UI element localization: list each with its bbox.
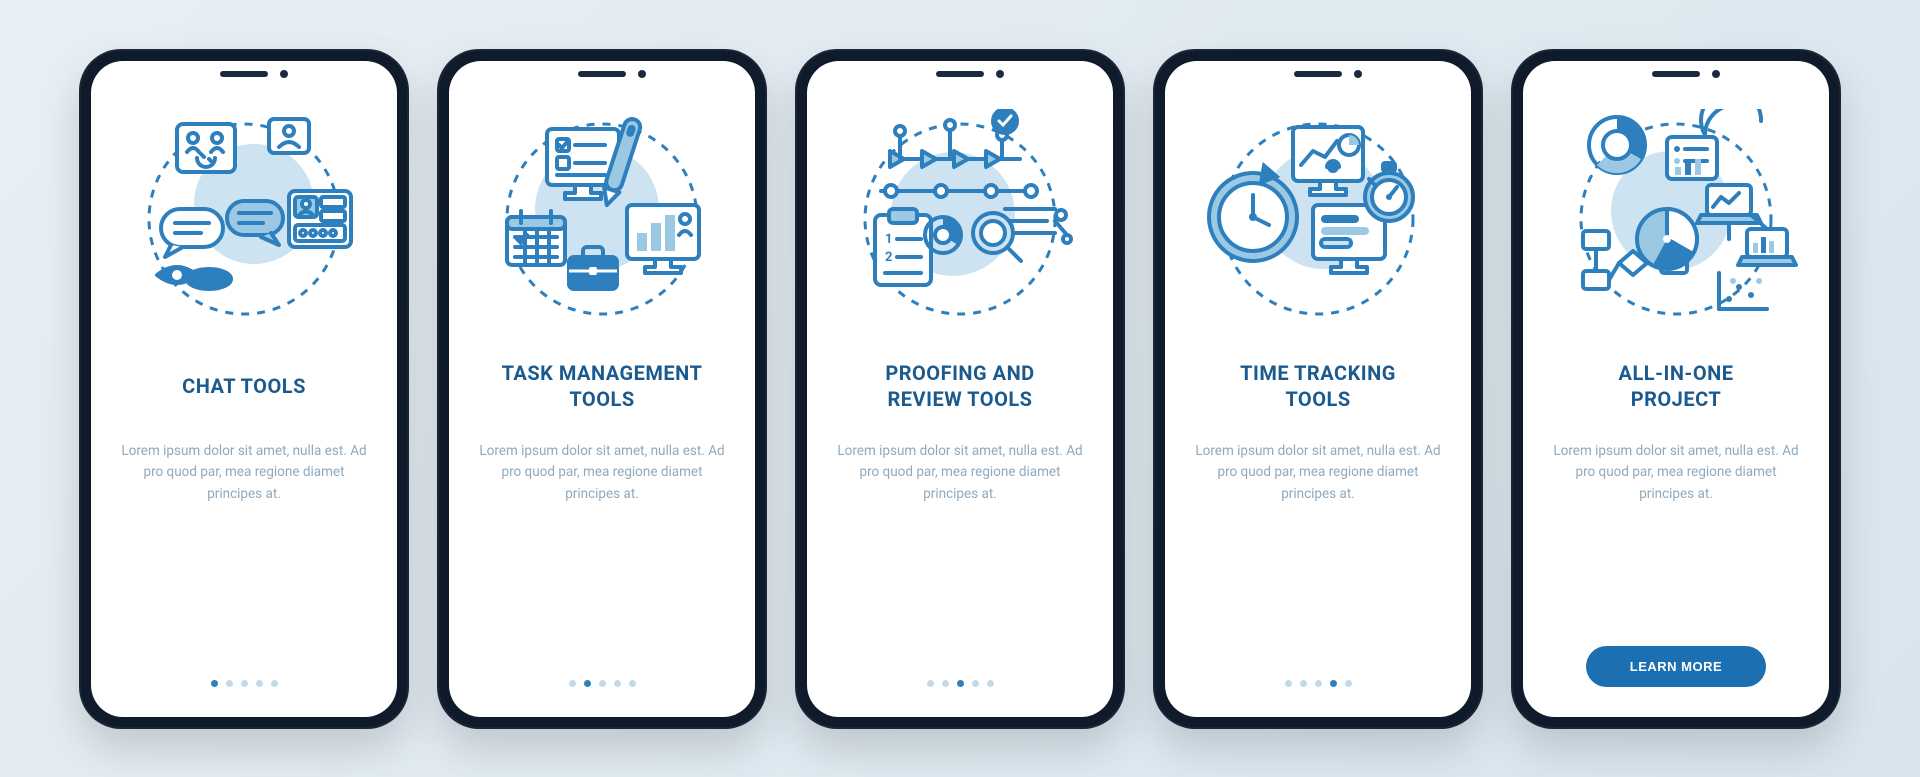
page-dot[interactable] — [629, 680, 636, 687]
card-title: TASK MANAGEMENT TOOLS — [502, 359, 703, 413]
card-title: CHAT TOOLS — [182, 359, 306, 413]
svg-text:2: 2 — [885, 250, 892, 265]
onboarding-screen-all-in-one[interactable]: ALL-IN-ONE PROJECT Lorem ipsum dolor sit… — [1523, 61, 1829, 717]
page-dot[interactable] — [271, 680, 278, 687]
all-in-one-project-icon — [1551, 109, 1801, 339]
phone-frame: ALL-IN-ONE PROJECT Lorem ipsum dolor sit… — [1511, 49, 1841, 729]
page-indicator — [927, 680, 994, 687]
onboarding-screens-row: CHAT TOOLS Lorem ipsum dolor sit amet, n… — [60, 49, 1860, 729]
page-dot[interactable] — [972, 680, 979, 687]
page-dot[interactable] — [1315, 680, 1322, 687]
time-tracking-tools-icon — [1193, 109, 1443, 339]
page-dot[interactable] — [226, 680, 233, 687]
page-indicator — [569, 680, 636, 687]
page-dot[interactable] — [241, 680, 248, 687]
task-management-tools-icon — [477, 109, 727, 339]
page-dot[interactable] — [1285, 680, 1292, 687]
page-dot[interactable] — [1330, 680, 1337, 687]
onboarding-screen-time-tracking[interactable]: TIME TRACKING TOOLS Lorem ipsum dolor si… — [1165, 61, 1471, 717]
card-body: Lorem ipsum dolor sit amet, nulla est. A… — [1193, 441, 1443, 668]
onboarding-screen-task-management[interactable]: TASK MANAGEMENT TOOLS Lorem ipsum dolor … — [449, 61, 755, 717]
page-dot[interactable] — [211, 680, 218, 687]
phone-frame: CHAT TOOLS Lorem ipsum dolor sit amet, n… — [79, 49, 409, 729]
page-indicator — [211, 680, 278, 687]
learn-more-button[interactable]: LEARN MORE — [1586, 646, 1766, 687]
chat-tools-icon — [119, 109, 369, 339]
page-dot[interactable] — [987, 680, 994, 687]
page-dot[interactable] — [569, 680, 576, 687]
page-dot[interactable] — [614, 680, 621, 687]
card-body: Lorem ipsum dolor sit amet, nulla est. A… — [477, 441, 727, 668]
phone-frame: TASK MANAGEMENT TOOLS Lorem ipsum dolor … — [437, 49, 767, 729]
page-dot[interactable] — [1300, 680, 1307, 687]
page-dot[interactable] — [584, 680, 591, 687]
page-dot[interactable] — [256, 680, 263, 687]
phone-frame: 1 2 — [795, 49, 1125, 729]
svg-text:1: 1 — [885, 232, 892, 247]
card-body: Lorem ipsum dolor sit amet, nulla est. A… — [1551, 441, 1801, 634]
page-dot[interactable] — [927, 680, 934, 687]
page-dot[interactable] — [957, 680, 964, 687]
phone-frame: TIME TRACKING TOOLS Lorem ipsum dolor si… — [1153, 49, 1483, 729]
card-title: TIME TRACKING TOOLS — [1240, 359, 1396, 413]
onboarding-screen-proofing-review[interactable]: 1 2 — [807, 61, 1113, 717]
page-dot[interactable] — [599, 680, 606, 687]
card-body: Lorem ipsum dolor sit amet, nulla est. A… — [119, 441, 369, 668]
proofing-review-tools-icon: 1 2 — [835, 109, 1085, 339]
page-indicator — [1285, 680, 1352, 687]
onboarding-screen-chat-tools[interactable]: CHAT TOOLS Lorem ipsum dolor sit amet, n… — [91, 61, 397, 717]
card-title: PROOFING AND REVIEW TOOLS — [885, 359, 1034, 413]
card-body: Lorem ipsum dolor sit amet, nulla est. A… — [835, 441, 1085, 668]
card-title: ALL-IN-ONE PROJECT — [1619, 359, 1734, 413]
page-dot[interactable] — [942, 680, 949, 687]
page-dot[interactable] — [1345, 680, 1352, 687]
